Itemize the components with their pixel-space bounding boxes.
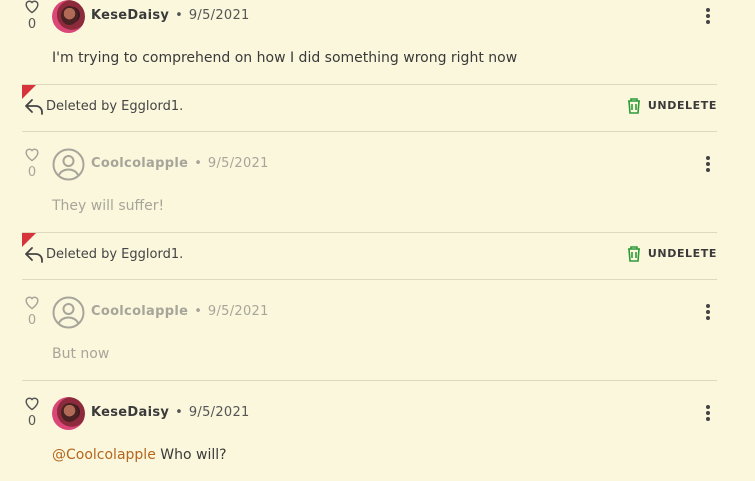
comment-meta: Coolcolapple • 9/5/2021 bbox=[91, 156, 269, 171]
comment-item: 0 Coolcolapple • 9/5/2021 But now bbox=[0, 280, 755, 380]
like-control[interactable]: 0 bbox=[22, 294, 42, 328]
undelete-label: UNDELETE bbox=[647, 247, 717, 260]
comment-date: 9/5/2021 bbox=[188, 405, 250, 420]
username[interactable]: Coolcolapple bbox=[91, 156, 188, 171]
heart-icon[interactable] bbox=[23, 146, 41, 162]
comment-item: 0 KeseDaisy • 9/5/2021 I'm trying to compr… bbox=[0, 0, 755, 84]
deleted-notice: Deleted by Egglord1. UNDELETE bbox=[22, 232, 717, 280]
separator: • bbox=[194, 304, 202, 319]
like-count: 0 bbox=[27, 313, 37, 328]
comment-meta: Coolcolapple • 9/5/2021 bbox=[91, 304, 269, 319]
comment-meta: KeseDaisy • 9/5/2021 bbox=[91, 405, 250, 420]
reply-icon bbox=[25, 99, 43, 115]
like-control[interactable]: 0 bbox=[22, 146, 42, 180]
user-icon bbox=[52, 296, 85, 329]
username[interactable]: Coolcolapple bbox=[91, 304, 188, 319]
comment-body: But now bbox=[52, 346, 110, 362]
comment-body: I'm trying to comprehend on how I did so… bbox=[52, 50, 518, 66]
comment-item: 0 Coolcolapple • 9/5/2021 They will suffer… bbox=[0, 132, 755, 232]
heart-icon[interactable] bbox=[23, 0, 41, 14]
like-control[interactable]: 0 bbox=[22, 395, 42, 429]
comment-date: 9/5/2021 bbox=[207, 156, 269, 171]
comment-item: 0 KeseDaisy • 9/5/2021 @Coolcolapple Who w… bbox=[0, 381, 755, 481]
comment-body: They will suffer! bbox=[52, 198, 165, 214]
deleted-notice: Deleted by Egglord1. UNDELETE bbox=[22, 84, 717, 132]
separator: • bbox=[175, 405, 183, 420]
heart-icon[interactable] bbox=[23, 395, 41, 411]
undelete-button[interactable]: UNDELETE bbox=[626, 245, 717, 262]
more-options-icon[interactable] bbox=[700, 302, 716, 322]
avatar[interactable] bbox=[52, 397, 85, 430]
separator: • bbox=[175, 8, 183, 23]
comment-date: 9/5/2021 bbox=[188, 8, 250, 23]
comment-thread: 0 KeseDaisy • 9/5/2021 I'm trying to compr… bbox=[0, 0, 755, 481]
heart-icon[interactable] bbox=[23, 294, 41, 310]
undelete-icon bbox=[627, 246, 640, 262]
undelete-label: UNDELETE bbox=[647, 99, 717, 112]
more-options-icon[interactable] bbox=[700, 403, 716, 423]
username[interactable]: KeseDaisy bbox=[91, 8, 169, 23]
like-count: 0 bbox=[27, 17, 37, 32]
deleted-by-text: Deleted by Egglord1. bbox=[46, 247, 184, 262]
comment-date: 9/5/2021 bbox=[207, 304, 269, 319]
user-icon bbox=[52, 148, 85, 181]
user-mention-link[interactable]: @Coolcolapple bbox=[52, 447, 156, 463]
comment-body: @Coolcolapple Who will? bbox=[52, 447, 227, 463]
avatar[interactable] bbox=[52, 0, 85, 33]
username[interactable]: KeseDaisy bbox=[91, 405, 169, 420]
comment-meta: KeseDaisy • 9/5/2021 bbox=[91, 8, 250, 23]
comment-body-text: Who will? bbox=[155, 447, 227, 463]
like-control[interactable]: 0 bbox=[22, 0, 42, 32]
reply-icon bbox=[25, 247, 43, 263]
avatar[interactable] bbox=[52, 148, 85, 181]
more-options-icon[interactable] bbox=[700, 154, 716, 174]
undelete-button[interactable]: UNDELETE bbox=[626, 97, 717, 114]
avatar[interactable] bbox=[52, 296, 85, 329]
more-options-icon[interactable] bbox=[700, 6, 716, 26]
like-count: 0 bbox=[27, 414, 37, 429]
like-count: 0 bbox=[27, 165, 37, 180]
undelete-icon bbox=[627, 98, 640, 114]
separator: • bbox=[194, 156, 202, 171]
deleted-by-text: Deleted by Egglord1. bbox=[46, 99, 184, 114]
